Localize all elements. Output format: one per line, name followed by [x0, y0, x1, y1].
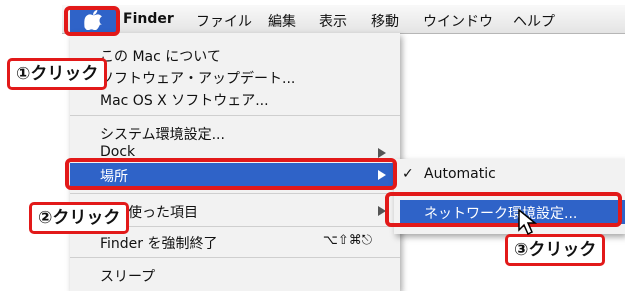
- menu-item-system-preferences[interactable]: システム環境設定...: [70, 122, 400, 144]
- menu-finder[interactable]: Finder: [123, 11, 174, 27]
- menu-separator: [70, 193, 400, 194]
- step2-highlight-box: [65, 158, 397, 190]
- mouse-pointer-icon: [518, 208, 538, 236]
- menu-item-software-update[interactable]: ソフトウェア・アップデート...: [70, 66, 400, 88]
- menu-separator: [70, 257, 400, 258]
- step1-highlight-box: [64, 6, 120, 36]
- submenu-item-automatic[interactable]: ✓ Automatic: [400, 164, 625, 186]
- submenu-arrow-icon: [378, 148, 386, 158]
- menu-item-force-quit-finder[interactable]: Finder を強制終了 ⌥⇧⌘⎋: [70, 231, 400, 253]
- menu-view[interactable]: 表示: [319, 11, 347, 31]
- step3-callout: ③クリック: [505, 234, 606, 266]
- menu-bar: Finder ファイル 編集 表示 移動 ウインドウ ヘルプ: [62, 5, 625, 34]
- menu-item-macosx-software[interactable]: Mac OS X ソフトウェア...: [70, 88, 400, 110]
- menu-window[interactable]: ウインドウ: [423, 11, 493, 31]
- menu-edit[interactable]: 編集: [268, 11, 296, 31]
- step3-highlight-box: [385, 192, 622, 227]
- menu-item-about-mac[interactable]: この Mac について: [70, 44, 400, 66]
- shortcut-label: ⌥⇧⌘⎋: [322, 233, 372, 248]
- menu-help[interactable]: ヘルプ: [513, 11, 555, 31]
- menu-file[interactable]: ファイル: [196, 11, 252, 31]
- menu-separator: [70, 115, 400, 116]
- menu-item-sleep[interactable]: スリープ: [70, 264, 400, 286]
- checkmark-icon: ✓: [402, 166, 414, 182]
- step2-callout: ②クリック: [29, 202, 130, 234]
- menu-go[interactable]: 移動: [371, 11, 399, 31]
- step1-callout: ①クリック: [7, 58, 108, 90]
